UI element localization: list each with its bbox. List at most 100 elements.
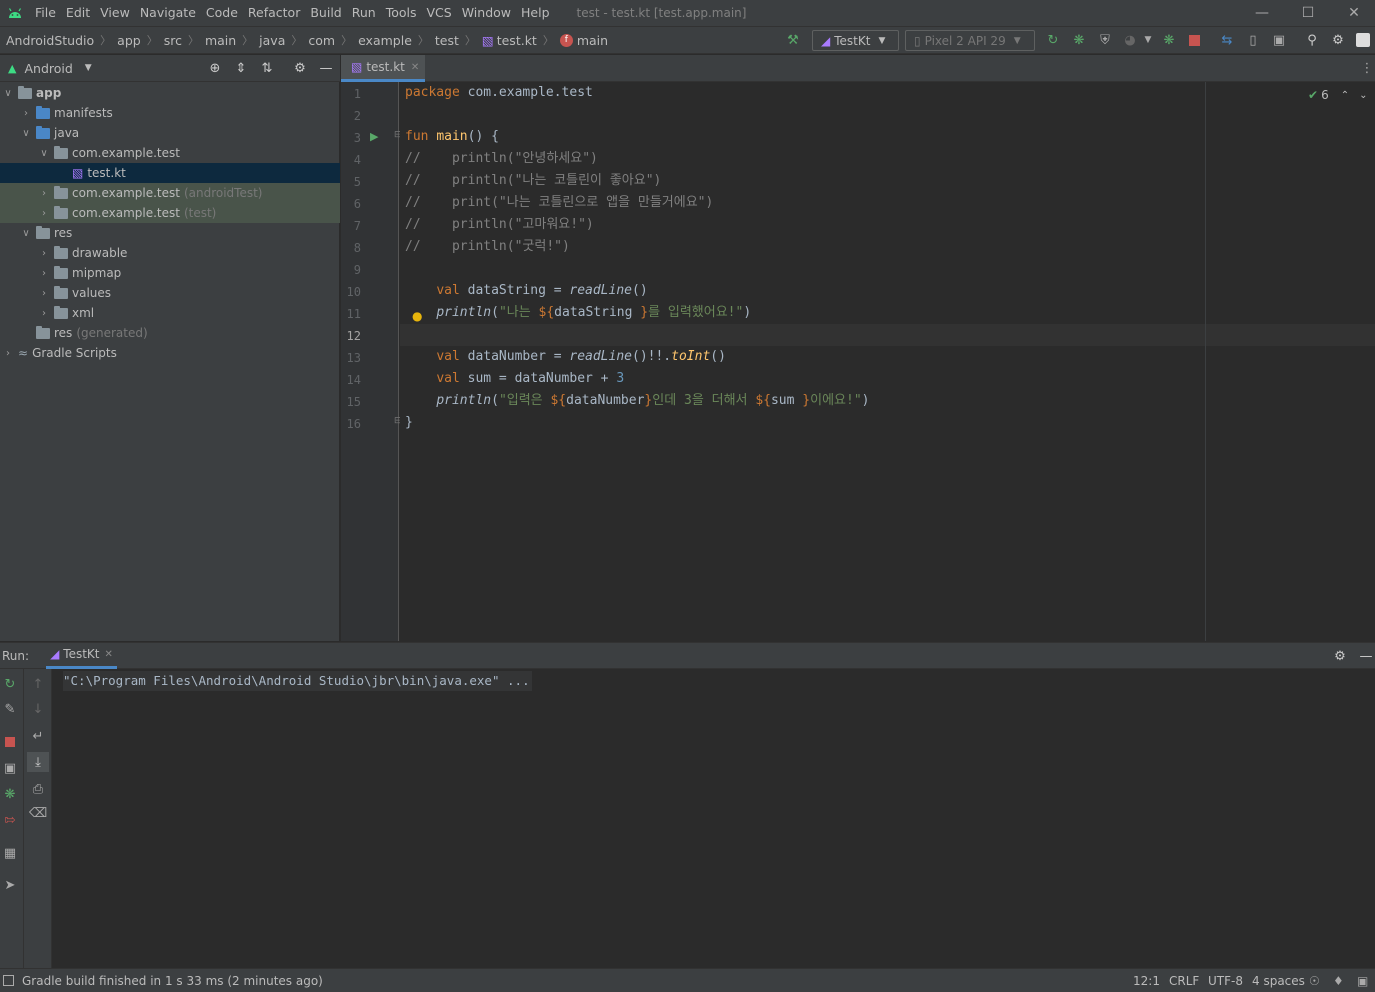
device-manager-icon[interactable]: ▯ bbox=[1245, 32, 1261, 48]
menu-tools[interactable]: Tools bbox=[381, 0, 422, 26]
chevron-right-icon[interactable]: › bbox=[38, 188, 50, 199]
more-run-chevron-icon[interactable]: ▼ bbox=[1140, 32, 1156, 48]
tree-item[interactable]: › xml bbox=[0, 303, 340, 323]
chevron-right-icon[interactable]: › bbox=[38, 208, 50, 219]
hide-panel-icon[interactable]: — bbox=[318, 60, 334, 76]
chevron-down-icon[interactable]: ∨ bbox=[38, 148, 50, 159]
chevron-right-icon[interactable]: › bbox=[20, 108, 32, 119]
expand-all-icon[interactable]: ⇕ bbox=[233, 60, 249, 76]
panel-toggle-icon[interactable] bbox=[3, 975, 14, 986]
close-tab-icon[interactable]: ✕ bbox=[411, 62, 419, 73]
project-view-selector[interactable]: Android bbox=[24, 61, 72, 76]
menu-help[interactable]: Help bbox=[516, 0, 555, 26]
console-command-line[interactable]: "C:\Program Files\Android\Android Studio… bbox=[63, 671, 532, 691]
soft-wrap-icon[interactable]: ↵ bbox=[30, 728, 46, 744]
locate-file-icon[interactable]: ⊕ bbox=[207, 60, 223, 76]
tab-test-kt[interactable]: ▧ test.kt ✕ bbox=[341, 55, 425, 82]
more-tabs-icon[interactable]: ⋮ bbox=[1359, 60, 1375, 76]
breadcrumb-app[interactable]: app 〉 bbox=[111, 32, 158, 48]
event-log-icon[interactable]: ▣ bbox=[1357, 974, 1368, 988]
tree-item[interactable]: › com.example.test (androidTest) bbox=[0, 183, 340, 203]
chevron-right-icon[interactable]: › bbox=[2, 348, 14, 359]
camera-icon[interactable]: ▣ bbox=[2, 760, 18, 776]
sync-gradle-icon[interactable]: ⇆ bbox=[1219, 32, 1235, 48]
profile-icon[interactable]: ◕ bbox=[1122, 32, 1138, 48]
modify-config-icon[interactable]: ✎ bbox=[2, 701, 18, 717]
run-main-icon[interactable]: ▶ bbox=[370, 130, 378, 143]
menu-view[interactable]: View bbox=[95, 0, 135, 26]
clear-trash-icon[interactable]: ⌫ bbox=[29, 805, 47, 821]
chevron-down-icon[interactable]: ▼ bbox=[85, 63, 92, 73]
tree-item[interactable]: res (generated) bbox=[0, 323, 340, 343]
panel-settings-icon[interactable]: ⚙ bbox=[292, 60, 308, 76]
file-encoding[interactable]: UTF-8 bbox=[1208, 974, 1243, 988]
menu-file[interactable]: File bbox=[30, 0, 61, 26]
search-icon[interactable]: ⚲ bbox=[1304, 32, 1320, 48]
menu-refactor[interactable]: Refactor bbox=[243, 0, 305, 26]
next-highlight-icon[interactable]: ⌄ bbox=[1359, 90, 1367, 101]
breadcrumb-project[interactable]: AndroidStudio 〉 bbox=[0, 32, 111, 48]
menu-run[interactable]: Run bbox=[347, 0, 381, 26]
previous-highlight-icon[interactable]: ⌃ bbox=[1341, 90, 1349, 101]
attach-debugger-icon[interactable]: ❋ bbox=[1161, 32, 1177, 48]
indent-setting[interactable]: 4 spaces bbox=[1252, 974, 1305, 988]
tree-item[interactable]: ∨ res bbox=[0, 223, 340, 243]
menu-edit[interactable]: Edit bbox=[61, 0, 95, 26]
maximize-button[interactable]: ☐ bbox=[1285, 0, 1331, 26]
rerun-icon[interactable]: ↻ bbox=[2, 676, 18, 692]
build-hammer-icon[interactable]: ⚒ bbox=[785, 32, 801, 48]
tree-item[interactable]: ∨ java bbox=[0, 123, 340, 143]
debug-icon[interactable]: ❋ bbox=[1071, 32, 1087, 48]
attach-debug-icon[interactable]: ❋ bbox=[2, 786, 18, 802]
intention-bulb-icon[interactable]: ● bbox=[412, 309, 422, 323]
run-panel-settings-icon[interactable]: ⚙ bbox=[1332, 648, 1348, 664]
close-run-tab-icon[interactable]: ✕ bbox=[105, 649, 113, 660]
stop-icon[interactable] bbox=[1186, 32, 1202, 48]
coverage-icon[interactable]: ⛨ bbox=[1097, 32, 1113, 48]
menu-build[interactable]: Build bbox=[305, 0, 346, 26]
tree-item[interactable]: › values bbox=[0, 283, 340, 303]
chevron-right-icon[interactable]: › bbox=[38, 308, 50, 319]
stop-icon[interactable] bbox=[2, 734, 18, 750]
collapse-all-icon[interactable]: ⇅ bbox=[259, 60, 275, 76]
chevron-down-icon[interactable]: ∨ bbox=[20, 128, 32, 139]
chevron-down-icon[interactable]: ∨ bbox=[20, 228, 32, 239]
code-editor[interactable]: package com.example.test fun main() {// p… bbox=[400, 82, 1375, 641]
tree-item[interactable]: › manifests bbox=[0, 103, 340, 123]
menu-vcs[interactable]: VCS bbox=[422, 0, 457, 26]
chevron-down-icon[interactable]: ∨ bbox=[2, 88, 14, 99]
chevron-right-icon[interactable]: › bbox=[38, 268, 50, 279]
notifications-icon[interactable]: ♦ bbox=[1333, 974, 1344, 988]
close-window-button[interactable]: ✕ bbox=[1331, 0, 1375, 26]
breadcrumb-java[interactable]: java 〉 bbox=[253, 32, 302, 48]
menu-navigate[interactable]: Navigate bbox=[135, 0, 201, 26]
layout-icon[interactable]: ▦ bbox=[2, 845, 18, 861]
breadcrumb-com[interactable]: com 〉 bbox=[302, 32, 352, 48]
tree-item[interactable]: › ≈ Gradle Scripts bbox=[0, 343, 340, 363]
line-separator[interactable]: CRLF bbox=[1169, 974, 1199, 988]
sdk-manager-icon[interactable]: ▣ bbox=[1271, 32, 1287, 48]
device-selector[interactable]: ▯ Pixel 2 API 29 ▼ bbox=[905, 30, 1035, 51]
caret-position[interactable]: 12:1 bbox=[1133, 974, 1160, 988]
down-arrow-icon[interactable]: ↓ bbox=[30, 701, 46, 717]
menu-code[interactable]: Code bbox=[201, 0, 243, 26]
breadcrumb-main[interactable]: main 〉 bbox=[199, 32, 253, 48]
tree-item[interactable]: ∨ com.example.test bbox=[0, 143, 340, 163]
rerun-icon[interactable]: ↻ bbox=[1045, 32, 1061, 48]
tree-item[interactable]: ∨ app bbox=[0, 83, 340, 103]
chevron-right-icon[interactable]: › bbox=[38, 288, 50, 299]
scroll-to-end-icon[interactable]: ⤓ bbox=[27, 752, 49, 772]
tree-item[interactable]: › drawable bbox=[0, 243, 340, 263]
inspection-widget[interactable]: ✔ 6 ⌃ ⌄ bbox=[1308, 88, 1367, 102]
run-tab-testkt[interactable]: ◢ TestKt ✕ bbox=[46, 642, 117, 669]
tree-item[interactable]: ▧ test.kt bbox=[0, 163, 340, 183]
breadcrumb-file[interactable]: ▧ test.kt 〉 bbox=[476, 32, 554, 48]
run-console[interactable]: "C:\Program Files\Android\Android Studio… bbox=[53, 669, 1375, 968]
tree-item[interactable]: › mipmap bbox=[0, 263, 340, 283]
menu-window[interactable]: Window bbox=[457, 0, 516, 26]
breadcrumb-function[interactable]: f main bbox=[554, 33, 608, 48]
breadcrumb-src[interactable]: src 〉 bbox=[158, 32, 199, 48]
breadcrumb-example[interactable]: example 〉 bbox=[352, 32, 429, 48]
minimize-button[interactable]: — bbox=[1239, 0, 1285, 26]
hide-run-panel-icon[interactable]: — bbox=[1358, 648, 1374, 664]
